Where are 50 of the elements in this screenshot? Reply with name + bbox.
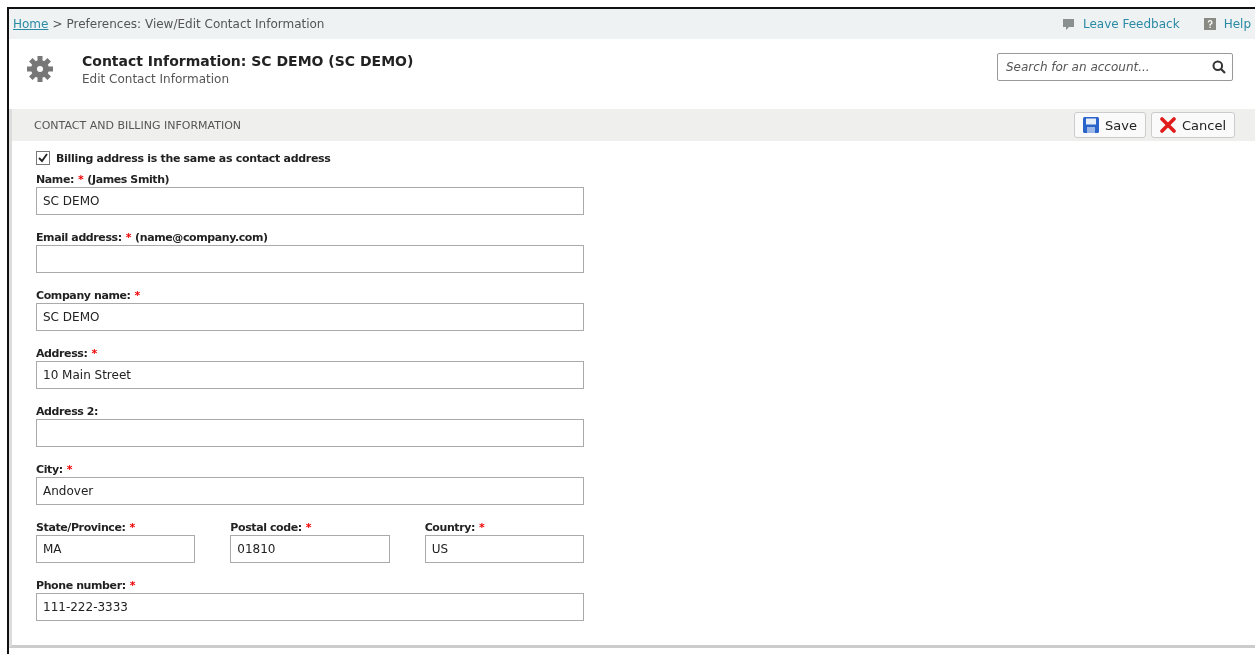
input-field[interactable]: SC DEMO — [36, 303, 584, 331]
field-label: City: — [36, 462, 63, 476]
checkbox-label: Billing address is the same as contact address — [56, 151, 331, 165]
breadcrumb-separator: > — [52, 17, 63, 31]
cross-icon — [1159, 117, 1176, 133]
field-label: Address: — [36, 346, 88, 360]
field-label: State/Province: — [36, 520, 126, 534]
field-hint: (James Smith) — [87, 172, 170, 186]
feedback-link[interactable]: Leave Feedback — [1062, 17, 1180, 31]
field-label: Email address: — [36, 230, 122, 244]
checkmark-icon — [38, 153, 48, 163]
checkbox[interactable] — [36, 151, 50, 165]
required-mark: * — [125, 230, 132, 244]
help-link[interactable]: Help — [1203, 17, 1251, 31]
required-mark: * — [134, 288, 140, 302]
search-field[interactable]: Search for an account... — [997, 53, 1233, 81]
field-label: Address 2: — [36, 404, 99, 418]
input-field[interactable]: 01810 — [230, 535, 390, 563]
input-field[interactable]: MA — [36, 535, 196, 563]
field-label: Company name: — [36, 288, 131, 302]
required-mark: * — [66, 462, 73, 476]
input-field[interactable]: 111-222-3333 — [36, 593, 584, 621]
page-title: Contact Information: SC DEMO (SC DEMO) — [82, 52, 415, 69]
page-subtitle: Edit Contact Information — [82, 71, 231, 86]
field-label: Country: — [424, 520, 475, 534]
help-icon — [1203, 18, 1216, 30]
required-mark: * — [129, 520, 135, 534]
field-label: Postal code: — [230, 520, 302, 534]
input-field[interactable] — [36, 245, 584, 273]
required-mark: * — [305, 520, 312, 534]
home-link[interactable]: Home — [13, 17, 49, 31]
required-mark: * — [91, 346, 97, 360]
search-icon — [1212, 60, 1226, 74]
gear-icon — [26, 55, 54, 83]
input-field[interactable]: US — [424, 535, 584, 563]
field-label: Phone number: — [36, 578, 126, 592]
cancel-button[interactable]: Cancel — [1150, 112, 1235, 138]
section-title: CONTACT AND BILLING INFORMATION — [34, 118, 242, 132]
save-button[interactable]: Save — [1074, 112, 1146, 138]
required-mark: * — [129, 578, 135, 592]
input-field[interactable]: 10 Main Street — [36, 361, 584, 389]
required-mark: * — [479, 520, 485, 534]
field-hint: (name@company.com) — [135, 230, 268, 244]
input-field[interactable]: Andover — [36, 477, 584, 505]
required-mark: * — [77, 172, 84, 186]
speech-bubble-icon — [1062, 17, 1075, 31]
breadcrumb-current: Preferences: View/Edit Contact Information — [66, 17, 325, 31]
field-label: Name: — [36, 172, 74, 186]
input-field[interactable]: SC DEMO — [36, 187, 584, 215]
input-field[interactable] — [36, 419, 584, 447]
